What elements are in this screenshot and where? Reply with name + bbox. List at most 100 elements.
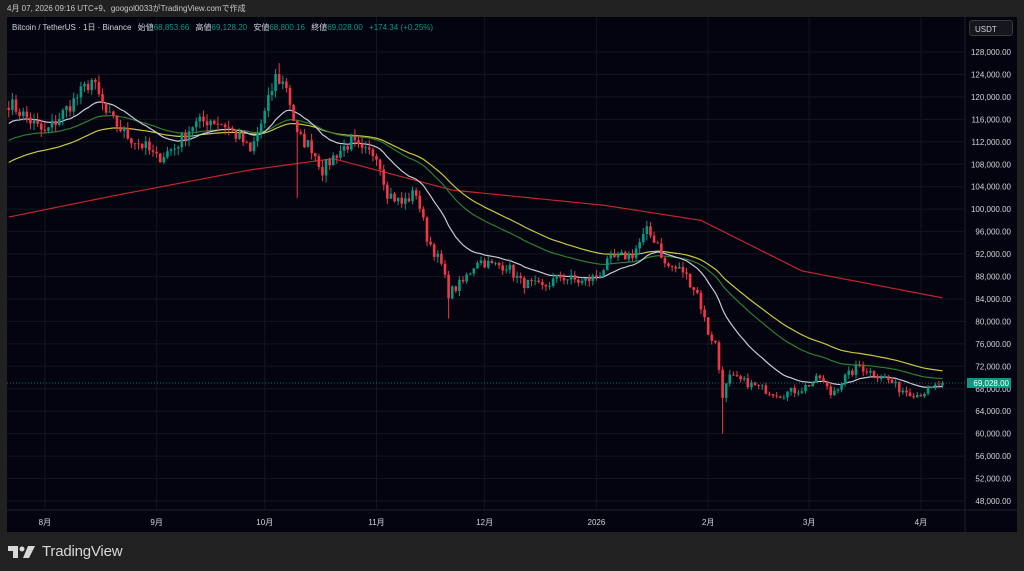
tradingview-logo-icon bbox=[8, 545, 35, 558]
candle-body bbox=[411, 190, 414, 202]
candle-body bbox=[912, 396, 915, 398]
candle-body bbox=[497, 262, 501, 266]
candle-body bbox=[155, 151, 158, 154]
y-tick-label: 64,000.00 bbox=[975, 407, 1011, 416]
candle-body bbox=[631, 253, 634, 259]
candle-body bbox=[851, 370, 854, 375]
y-tick-label: 112,000.00 bbox=[972, 138, 1012, 147]
candle-body bbox=[533, 280, 537, 282]
candle-body bbox=[368, 147, 371, 150]
candle-body bbox=[782, 397, 786, 399]
candle-body bbox=[732, 374, 735, 376]
candle-body bbox=[292, 105, 295, 121]
candle-body bbox=[148, 141, 151, 151]
candle-body bbox=[879, 378, 883, 379]
candle-body bbox=[461, 279, 465, 282]
candle-body bbox=[112, 111, 115, 116]
candle-body bbox=[926, 386, 930, 394]
candle-body bbox=[833, 390, 836, 396]
open-value: 68,853.66 bbox=[153, 23, 190, 32]
candle-body bbox=[310, 140, 313, 154]
candle-body bbox=[133, 143, 137, 145]
ohlc-legend: Bitcoin / TetherUS · 1日 · Binance 始値68,8… bbox=[12, 22, 433, 33]
candle-body bbox=[285, 81, 288, 88]
candle-body bbox=[541, 281, 544, 285]
x-tick-label: 10月 bbox=[256, 518, 273, 527]
candle-body bbox=[440, 253, 443, 264]
candle-body bbox=[447, 274, 450, 299]
y-tick-label: 52,000.00 bbox=[975, 475, 1011, 484]
candle-body bbox=[256, 133, 259, 142]
currency-button[interactable]: USDT bbox=[969, 20, 1013, 36]
candle-body bbox=[231, 127, 234, 131]
candle-body bbox=[555, 274, 559, 279]
y-tick-label: 120,000.00 bbox=[971, 93, 1012, 102]
candle-body bbox=[432, 244, 436, 257]
candle-body bbox=[202, 116, 205, 122]
candle-body bbox=[479, 260, 483, 263]
candle-body bbox=[807, 385, 811, 387]
y-tick-label: 104,000.00 bbox=[971, 183, 1012, 192]
candle-body bbox=[429, 241, 432, 245]
candle-body bbox=[425, 217, 429, 242]
candle-body bbox=[566, 279, 569, 281]
candle-body bbox=[551, 278, 555, 286]
candle-body bbox=[97, 82, 101, 95]
candle-body bbox=[836, 389, 840, 391]
candle-body bbox=[47, 127, 50, 131]
candle-body bbox=[768, 393, 771, 395]
candle-body bbox=[519, 275, 523, 278]
candle-body bbox=[793, 387, 796, 394]
candle-body bbox=[854, 365, 858, 375]
candle-body bbox=[130, 138, 133, 144]
candle-body bbox=[699, 292, 703, 310]
candle-body bbox=[94, 79, 97, 83]
candle-body bbox=[418, 195, 422, 209]
candle-body bbox=[454, 286, 458, 292]
candle-body bbox=[83, 83, 86, 87]
candle-body bbox=[587, 278, 591, 282]
x-tick-label: 3月 bbox=[803, 518, 815, 527]
change-value: +174.34 (+0.25%) bbox=[369, 23, 434, 32]
candle-body bbox=[735, 375, 739, 377]
low-label: 安値 bbox=[253, 23, 270, 32]
candle-body bbox=[861, 366, 865, 372]
candle-body bbox=[634, 248, 638, 259]
candle-body bbox=[375, 156, 378, 160]
candle-body bbox=[140, 143, 144, 148]
candle-body bbox=[591, 275, 595, 282]
candle-body bbox=[75, 97, 79, 99]
candle-body bbox=[515, 275, 519, 278]
candle-body bbox=[57, 118, 61, 125]
candle-body bbox=[641, 234, 645, 243]
x-tick-label: 12月 bbox=[476, 518, 493, 527]
candle-body bbox=[299, 132, 303, 134]
candle-body bbox=[605, 258, 609, 271]
tradingview-logo[interactable]: TradingView bbox=[8, 543, 123, 560]
candle-body bbox=[39, 123, 43, 130]
candle-body bbox=[775, 395, 778, 397]
candle-body bbox=[598, 275, 602, 278]
candle-body bbox=[122, 127, 126, 132]
candle-body bbox=[796, 392, 800, 394]
candle-body bbox=[223, 124, 227, 128]
candle-body bbox=[869, 371, 872, 373]
candle-body bbox=[548, 285, 551, 287]
candle-body bbox=[559, 274, 562, 278]
price-chart[interactable]: 128,000.00 124,000.00 120,000.00 116,000.00… bbox=[0, 0, 1024, 571]
candle-body bbox=[923, 393, 926, 397]
candle-body bbox=[378, 159, 382, 170]
candle-body bbox=[212, 120, 216, 124]
candle-body bbox=[494, 262, 497, 264]
ma-yellow-line bbox=[8, 122, 943, 372]
candle-body bbox=[191, 127, 194, 132]
candle-body bbox=[252, 141, 256, 152]
candle-body bbox=[115, 115, 119, 127]
candle-body bbox=[389, 193, 393, 199]
candle-body bbox=[652, 235, 656, 243]
candle-body bbox=[436, 253, 440, 257]
candle-body bbox=[86, 83, 90, 90]
candle-body bbox=[194, 121, 198, 128]
candle-body bbox=[18, 111, 21, 116]
candle-body bbox=[25, 111, 29, 118]
